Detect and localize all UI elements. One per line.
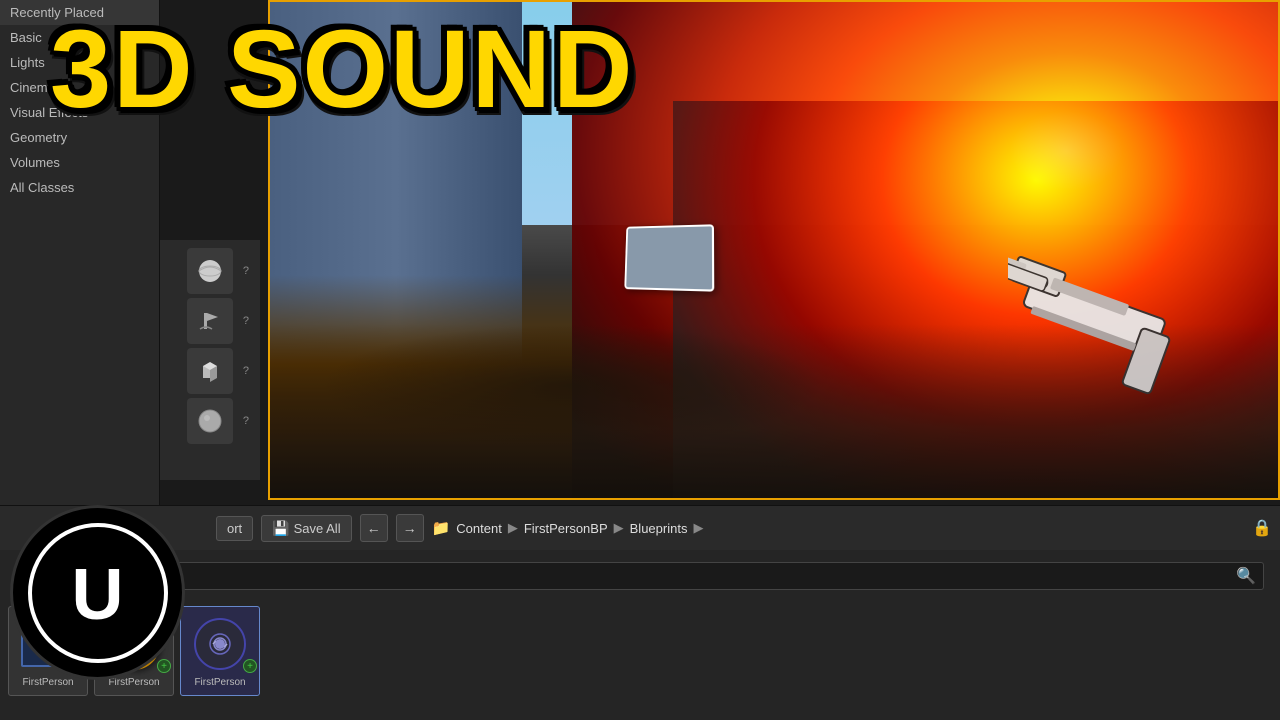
back-icon: ←	[367, 520, 381, 536]
sphere-icon-btn[interactable]: ?	[187, 248, 233, 294]
search-wrapper: 🔍	[8, 556, 1272, 596]
sidebar-item-allclasses[interactable]: All Classes	[0, 175, 159, 200]
search-input[interactable]	[16, 562, 1264, 590]
save-disk-icon: 💾	[272, 520, 289, 537]
viewport-bg	[270, 2, 1278, 498]
asset-thumb-sound	[190, 614, 250, 674]
folder-prop	[623, 225, 723, 300]
save-all-label: Save All	[294, 521, 341, 536]
forward-icon: →	[403, 520, 417, 536]
cube-icon-btn[interactable]: ?	[187, 348, 233, 394]
breadcrumb-blueprints[interactable]: Blueprints	[630, 521, 688, 536]
bottom-toolbar: ort 💾 Save All ← → 📁 Content ▶ FirstPers…	[0, 505, 1280, 550]
folder-icon-bc: 📁	[432, 519, 451, 537]
flag-icon-btn[interactable]: ?	[187, 298, 233, 344]
forward-button[interactable]: →	[396, 514, 424, 542]
lock-icon[interactable]: 🔒	[1252, 518, 1272, 538]
sidebar-item-basic[interactable]: Basic	[0, 25, 159, 50]
back-button[interactable]: ←	[360, 514, 388, 542]
sound-asset-thumb	[194, 618, 246, 670]
sidebar-item-cinematic[interactable]: Cinematic	[0, 75, 159, 100]
sidebar-item-visual[interactable]: Visual Effects	[0, 100, 159, 125]
gun-prop	[1008, 213, 1228, 498]
save-all-button[interactable]: 💾 Save All	[261, 515, 351, 542]
asset-label-3: FirstPerson	[181, 677, 259, 688]
ue-logo-inner: U	[28, 523, 168, 663]
asset-item-sound[interactable]: + FirstPerson	[180, 606, 260, 696]
breadcrumb-content[interactable]: Content	[456, 521, 502, 536]
content-browser: 🔍 📋 + FirstPerson + FirstPerson	[0, 550, 1280, 720]
smoke2-overlay	[320, 324, 824, 448]
sidebar-item-lights[interactable]: Lights	[0, 50, 159, 75]
breadcrumb-firstpersonbp[interactable]: FirstPersonBP	[524, 521, 608, 536]
icon-panel: ? ? ? ?	[160, 240, 260, 480]
sidebar-item-geometry[interactable]: Geometry	[0, 125, 159, 150]
assets-row: 📋 + FirstPerson + FirstPerson	[0, 602, 1280, 700]
breadcrumb-sep3: ▶	[693, 520, 703, 536]
ball-help: ?	[243, 415, 249, 427]
ball-icon-btn[interactable]: ?	[187, 398, 233, 444]
breadcrumb-sep1: ▶	[508, 520, 518, 536]
asset-label-1: FirstPerson	[9, 677, 87, 688]
asset-add-btn-2[interactable]: +	[157, 659, 171, 673]
flag-help: ?	[243, 315, 249, 327]
sidebar-left: Recently Placed Basic Lights Cinematic V…	[0, 0, 160, 510]
sphere-help: ?	[243, 265, 249, 277]
cube-help: ?	[243, 365, 249, 377]
breadcrumb: 📁 Content ▶ FirstPersonBP ▶ Blueprints ▶	[432, 519, 704, 537]
asset-add-btn-3[interactable]: +	[243, 659, 257, 673]
ue-logo: U	[10, 505, 185, 680]
ue-letter: U	[72, 559, 124, 631]
import-label: ort	[227, 521, 242, 536]
main-viewport[interactable]	[268, 0, 1280, 500]
import-button[interactable]: ort	[216, 516, 253, 541]
sidebar-item-recently[interactable]: Recently Placed	[0, 0, 159, 25]
sidebar-item-volumes[interactable]: Volumes	[0, 150, 159, 175]
breadcrumb-sep2: ▶	[614, 520, 624, 536]
